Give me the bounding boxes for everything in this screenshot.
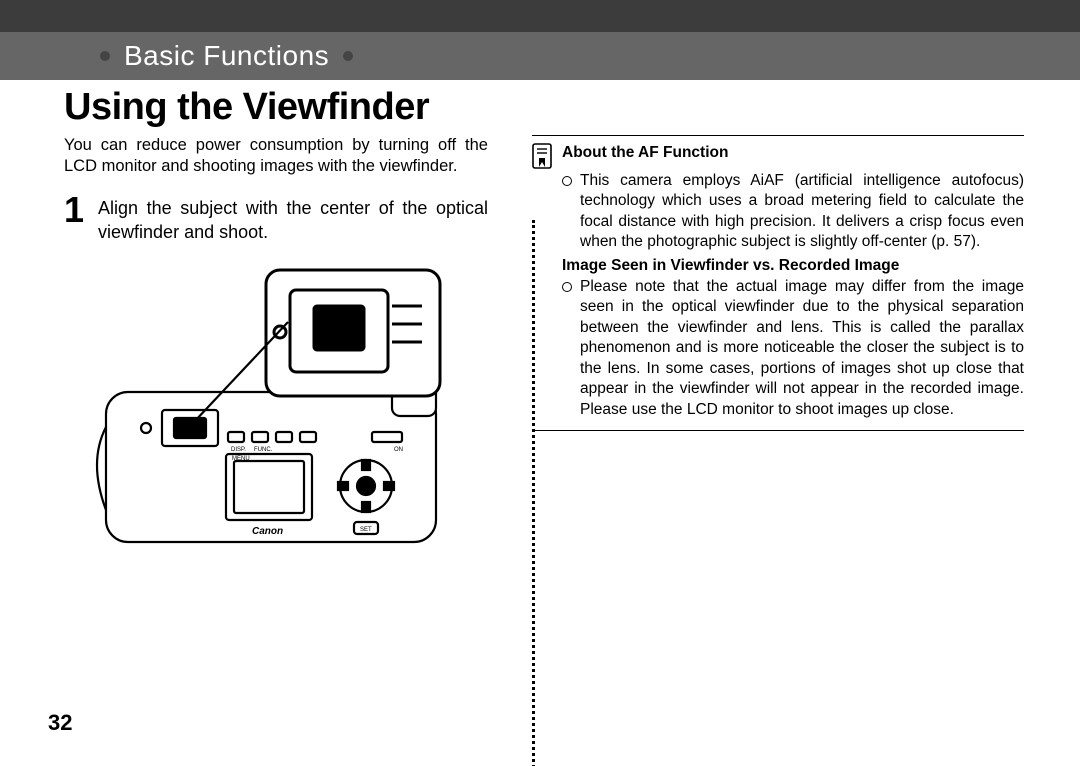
column-divider (532, 220, 535, 766)
parallax-title: Image Seen in Viewfinder vs. Recorded Im… (532, 257, 1024, 275)
note-icon (532, 143, 552, 169)
label-func: FUNC. (254, 447, 273, 453)
parallax-body: Please note that the actual image may di… (580, 277, 1024, 420)
step-number: 1 (64, 192, 84, 245)
top-bar (0, 0, 1080, 32)
section-bar: Basic Functions (0, 32, 1080, 80)
parallax-bullet: Please note that the actual image may di… (532, 277, 1024, 420)
section-title: Basic Functions (124, 40, 329, 72)
note-box: About the AF Function This camera employ… (532, 135, 1024, 431)
step-text: Align the subject with the center of the… (98, 192, 488, 245)
label-on: ON (394, 447, 403, 453)
af-function-bullet: This camera employs AiAF (artificial int… (532, 171, 1024, 253)
section-dot-left (100, 51, 110, 61)
label-set: SET (360, 527, 372, 533)
left-column: You can reduce power consumption by turn… (64, 135, 510, 562)
page-title: Using the Viewfinder (64, 86, 1024, 129)
label-disp: DISP. (231, 447, 246, 453)
af-function-body: This camera employs AiAF (artificial int… (580, 171, 1024, 253)
intro-paragraph: You can reduce power consumption by turn… (64, 135, 488, 178)
brand-label: Canon (252, 526, 283, 537)
page-number: 32 (48, 710, 72, 736)
label-menu: MENU (232, 456, 250, 462)
step-1: 1 Align the subject with the center of t… (64, 192, 488, 245)
right-column: About the AF Function This camera employ… (510, 135, 1024, 562)
content-area: Using the Viewfinder You can reduce powe… (0, 80, 1080, 766)
section-dot-right (343, 51, 353, 61)
af-function-title: About the AF Function (562, 142, 728, 162)
camera-illustration: DISP. FUNC. MENU ON SET Canon (76, 262, 476, 562)
